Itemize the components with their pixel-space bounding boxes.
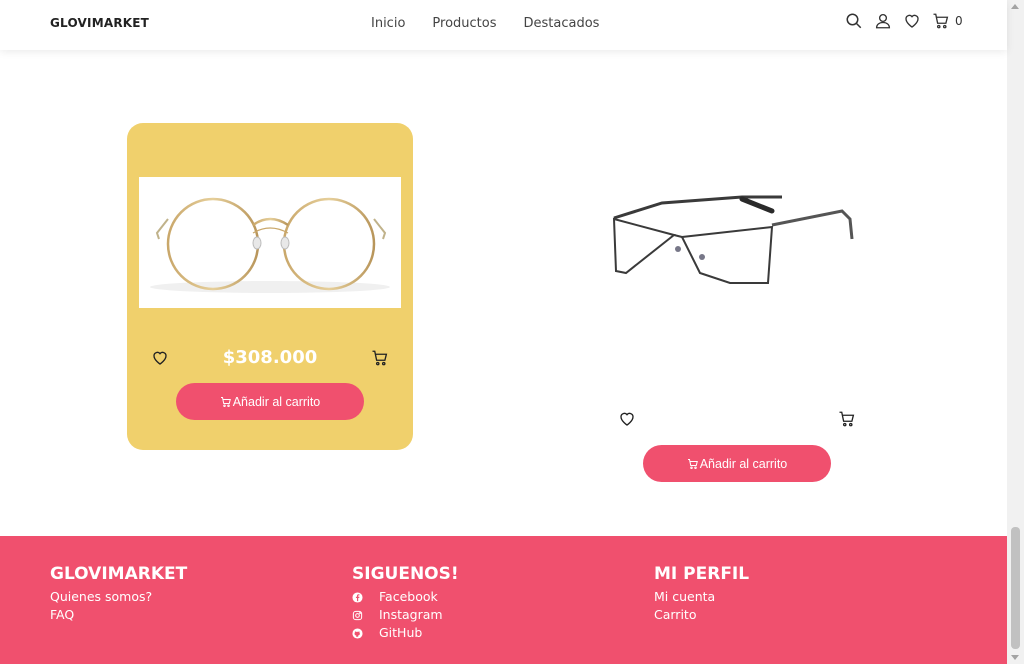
quick-cart-icon[interactable]	[838, 410, 856, 428]
facebook-label: Facebook	[379, 589, 438, 604]
scroll-down-arrow[interactable]	[1011, 655, 1019, 660]
cart-icon[interactable]	[932, 12, 950, 30]
cart-count: 0	[955, 14, 963, 28]
github-label: GitHub	[379, 625, 423, 640]
user-icon[interactable]	[874, 12, 892, 30]
brand-logo[interactable]: GLOVIMARKET	[50, 16, 149, 30]
product-image[interactable]	[139, 177, 401, 308]
nav-inicio[interactable]: Inicio	[371, 16, 405, 31]
footer-profile-title: MI PERFIL	[654, 564, 750, 584]
cart-icon	[220, 396, 231, 407]
add-to-cart-button[interactable]: Añadir al carrito	[643, 445, 831, 482]
footer-col-brand: GLOVIMARKET Quienes somos? FAQ	[50, 564, 187, 624]
header-icons: 0	[845, 12, 963, 30]
site-header: GLOVIMARKET Inicio Productos Destacados …	[0, 0, 1007, 50]
search-icon[interactable]	[845, 12, 863, 30]
heart-icon[interactable]	[903, 12, 921, 30]
footer-col-profile: MI PERFIL Mi cuenta Carrito	[654, 564, 749, 624]
product-card: Añadir al carrito	[594, 123, 880, 493]
github-icon	[352, 627, 363, 639]
vertical-scrollbar[interactable]	[1007, 0, 1024, 664]
footer-link-faq[interactable]: FAQ	[50, 606, 187, 624]
gold-round-glasses-image	[150, 197, 390, 293]
instagram-icon	[352, 610, 363, 620]
footer-link-mi-cuenta[interactable]: Mi cuenta	[654, 588, 749, 606]
footer-link-carrito[interactable]: Carrito	[654, 606, 749, 624]
add-to-cart-button[interactable]: Añadir al carrito	[176, 383, 364, 420]
site-footer: GLOVIMARKET Quienes somos? FAQ SIGUENOS!…	[0, 536, 1007, 664]
footer-link-instagram[interactable]: Instagram	[352, 606, 459, 624]
scrollbar-thumb[interactable]	[1011, 527, 1020, 649]
dark-rectangular-glasses-image	[612, 195, 854, 284]
add-to-cart-label: Añadir al carrito	[232, 394, 321, 409]
product-card: $308.000 Añadir al carrito	[127, 123, 413, 450]
footer-col-social: SIGUENOS! Facebook Instagram GitHub	[352, 564, 459, 642]
footer-link-quienes-somos[interactable]: Quienes somos?	[50, 588, 187, 606]
scroll-up-arrow[interactable]	[1011, 4, 1019, 9]
quick-cart-icon[interactable]	[371, 349, 389, 367]
wishlist-heart-icon[interactable]	[618, 410, 636, 428]
product-image[interactable]	[602, 183, 866, 303]
footer-brand-title: GLOVIMARKET	[50, 564, 188, 584]
cart-icon	[687, 458, 698, 469]
nav-productos[interactable]: Productos	[432, 16, 496, 31]
footer-social-title: SIGUENOS!	[352, 564, 459, 584]
add-to-cart-label: Añadir al carrito	[699, 456, 788, 471]
instagram-label: Instagram	[379, 607, 443, 622]
footer-link-github[interactable]: GitHub	[352, 624, 459, 642]
main-nav: Inicio Productos Destacados	[371, 16, 626, 31]
footer-link-facebook[interactable]: Facebook	[352, 588, 459, 606]
nav-destacados[interactable]: Destacados	[524, 16, 600, 31]
facebook-icon	[352, 591, 363, 603]
